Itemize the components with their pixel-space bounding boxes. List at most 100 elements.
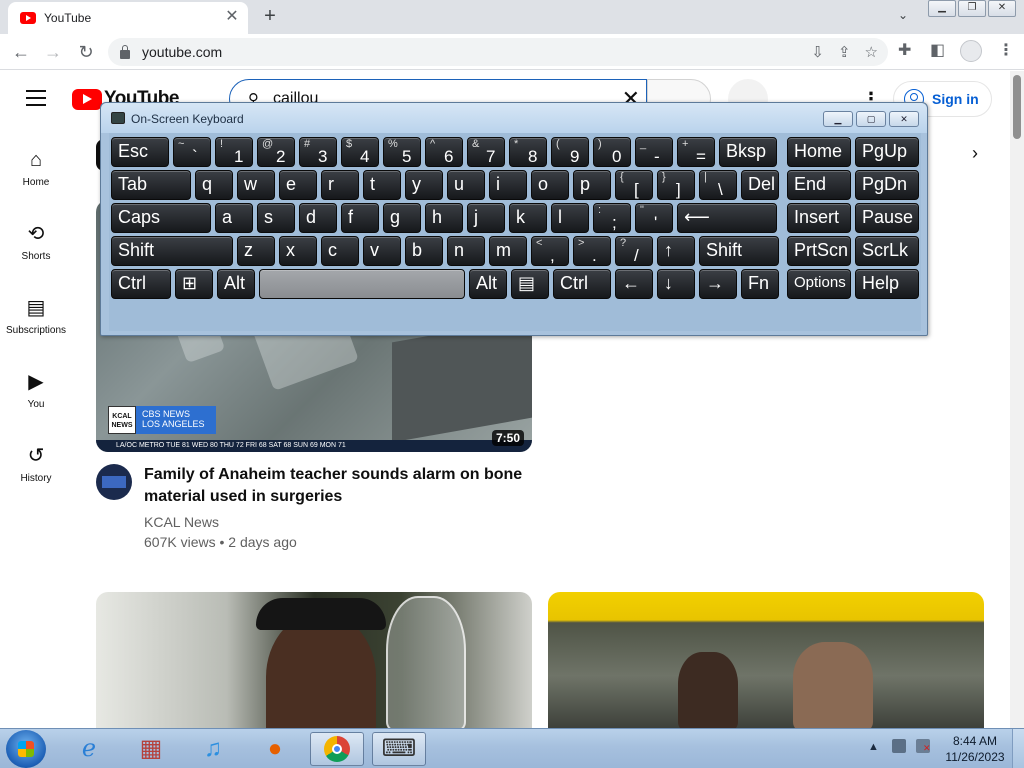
key-del[interactable]: Del: [741, 170, 779, 200]
key-symbol[interactable]: }]: [657, 170, 695, 200]
key-pgup[interactable]: PgUp: [855, 137, 919, 167]
start-button[interactable]: [6, 730, 46, 768]
key-alt[interactable]: Alt: [217, 269, 255, 299]
key-prtscn[interactable]: PrtScn: [787, 236, 851, 266]
key-w[interactable]: w: [237, 170, 275, 200]
sidebar-item-you[interactable]: ▶ You: [0, 357, 72, 431]
key-g[interactable]: g: [383, 203, 421, 233]
tray-expand-icon[interactable]: ▲: [868, 741, 879, 753]
key-a[interactable]: a: [215, 203, 253, 233]
key-symbol[interactable]: + =: [677, 137, 715, 167]
extensions-puzzle-icon[interactable]: ✚: [898, 40, 911, 60]
key-x[interactable]: x: [279, 236, 317, 266]
forward-arrow-icon[interactable]: →: [42, 41, 64, 63]
browser-tab-youtube[interactable]: YouTube ✕: [8, 2, 248, 34]
key-symbol[interactable]: :;: [593, 203, 631, 233]
key-symbol[interactable]: ↓: [657, 269, 695, 299]
key-symbol[interactable]: _ -: [635, 137, 673, 167]
osk-maximize-button[interactable]: ▢: [856, 111, 886, 127]
scrollbar-thumb[interactable]: [1013, 75, 1021, 139]
key-end[interactable]: End: [787, 170, 851, 200]
taskbar-on-screen-keyboard[interactable]: ⌨: [372, 732, 426, 766]
close-window-button[interactable]: ✕: [988, 0, 1016, 17]
key-symbol[interactable]: ~ `: [173, 137, 211, 167]
bookmark-star-icon[interactable]: ☆: [865, 43, 878, 61]
key-6[interactable]: ^ 6: [425, 137, 463, 167]
side-panel-icon[interactable]: ◧: [930, 40, 945, 60]
key-pause[interactable]: Pause: [855, 203, 919, 233]
sidebar-item-shorts[interactable]: ⟲ Shorts: [0, 209, 72, 283]
key-9[interactable]: (9: [551, 137, 589, 167]
back-arrow-icon[interactable]: ←: [10, 41, 32, 63]
taskbar-store[interactable]: ▦: [124, 732, 178, 766]
key-z[interactable]: z: [237, 236, 275, 266]
key-0[interactable]: ) 0: [593, 137, 631, 167]
key-e[interactable]: e: [279, 170, 317, 200]
key-insert[interactable]: Insert: [787, 203, 851, 233]
key-symbol[interactable]: ? /: [615, 236, 653, 266]
show-desktop-button[interactable]: [1012, 729, 1024, 768]
key-p[interactable]: p: [573, 170, 611, 200]
key-b[interactable]: b: [405, 236, 443, 266]
key-symbol[interactable]: ▤: [511, 269, 549, 299]
key-symbol[interactable]: {[: [615, 170, 653, 200]
key-h[interactable]: h: [425, 203, 463, 233]
key-1[interactable]: ! 1: [215, 137, 253, 167]
key-symbol[interactable]: ⟵: [677, 203, 777, 233]
key-options[interactable]: Options: [787, 269, 851, 299]
key-i[interactable]: i: [489, 170, 527, 200]
key-d[interactable]: d: [299, 203, 337, 233]
key-n[interactable]: n: [447, 236, 485, 266]
osk-title-bar[interactable]: On-Screen Keyboard ▁ ▢ ✕: [101, 103, 927, 133]
taskbar-firefox[interactable]: ●: [248, 732, 302, 766]
key-caps[interactable]: Caps: [111, 203, 211, 233]
new-tab-button[interactable]: +: [258, 6, 282, 26]
osk-minimize-button[interactable]: ▁: [823, 111, 853, 127]
key-s[interactable]: s: [257, 203, 295, 233]
key-4[interactable]: $4: [341, 137, 379, 167]
taskbar-chrome[interactable]: [310, 732, 364, 766]
key-7[interactable]: & 7: [467, 137, 505, 167]
volume-muted-icon[interactable]: [916, 739, 931, 754]
key-ctrl[interactable]: Ctrl: [111, 269, 171, 299]
page-scrollbar[interactable]: [1010, 71, 1024, 728]
key-space[interactable]: [259, 269, 465, 299]
restore-button[interactable]: ❐: [958, 0, 986, 17]
video-title[interactable]: Family of Anaheim teacher sounds alarm o…: [144, 464, 524, 508]
key-f[interactable]: f: [341, 203, 379, 233]
sidebar-item-home[interactable]: ⌂ Home: [0, 135, 72, 209]
minimize-button[interactable]: ▁: [928, 0, 956, 17]
hamburger-menu-icon[interactable]: [26, 90, 46, 106]
tab-close-icon[interactable]: ✕: [224, 9, 240, 26]
osk-close-button[interactable]: ✕: [889, 111, 919, 127]
key-symbol[interactable]: ↑: [657, 236, 695, 266]
key-r[interactable]: r: [321, 170, 359, 200]
key-fn[interactable]: Fn: [741, 269, 779, 299]
key-y[interactable]: y: [405, 170, 443, 200]
key-o[interactable]: o: [531, 170, 569, 200]
key-tab[interactable]: Tab: [111, 170, 191, 200]
key-alt[interactable]: Alt: [469, 269, 507, 299]
video-thumbnail[interactable]: [96, 592, 532, 732]
key-j[interactable]: j: [467, 203, 505, 233]
key-u[interactable]: u: [447, 170, 485, 200]
chrome-menu-icon[interactable]: ⋮: [998, 40, 1014, 60]
key-8[interactable]: * 8: [509, 137, 547, 167]
key-v[interactable]: v: [363, 236, 401, 266]
key-5[interactable]: % 5: [383, 137, 421, 167]
taskbar-itunes[interactable]: ♫: [186, 732, 240, 766]
video-thumbnail[interactable]: [548, 592, 984, 732]
chips-next-chevron-icon[interactable]: ›: [972, 143, 978, 164]
system-clock[interactable]: 8:44 AM 11/26/2023: [940, 733, 1010, 765]
install-app-icon[interactable]: ⇩: [811, 43, 824, 61]
key-symbol[interactable]: <,: [531, 236, 569, 266]
key-symbol[interactable]: | \: [699, 170, 737, 200]
channel-name[interactable]: KCAL News: [144, 514, 219, 530]
reload-icon[interactable]: ↻: [75, 41, 97, 63]
key-q[interactable]: q: [195, 170, 233, 200]
profile-avatar[interactable]: [960, 40, 982, 62]
key-symbol[interactable]: >.: [573, 236, 611, 266]
key-shift[interactable]: Shift: [699, 236, 779, 266]
key-2[interactable]: @2: [257, 137, 295, 167]
key-pgdn[interactable]: PgDn: [855, 170, 919, 200]
